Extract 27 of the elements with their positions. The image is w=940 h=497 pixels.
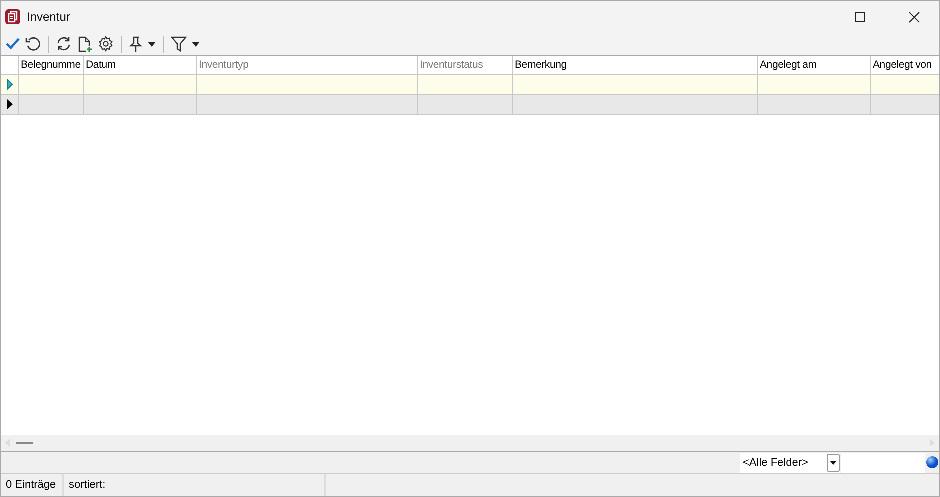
close-icon[interactable] bbox=[909, 12, 920, 22]
field-dropdown[interactable]: <Alle Felder> bbox=[740, 452, 840, 472]
window-title: Inventur bbox=[27, 10, 70, 24]
search-globe-icon[interactable] bbox=[926, 456, 939, 469]
app-icon bbox=[5, 9, 21, 25]
filter-icon[interactable] bbox=[171, 36, 187, 52]
column-header[interactable]: Angelegt am bbox=[758, 56, 871, 74]
column-header[interactable]: Bemerkung bbox=[513, 56, 758, 74]
caret-icon bbox=[830, 460, 837, 464]
sort-status: sortiert: bbox=[64, 474, 326, 496]
entry-count: 0 Einträge bbox=[1, 474, 64, 496]
undo-icon[interactable] bbox=[25, 36, 41, 52]
column-header[interactable]: Angelegt von bbox=[871, 56, 939, 74]
pin-icon[interactable] bbox=[129, 36, 143, 52]
caret-icon[interactable] bbox=[148, 42, 156, 46]
new-document-icon[interactable] bbox=[77, 36, 93, 52]
column-header[interactable]: Inventurtyp bbox=[197, 56, 418, 74]
settings-icon[interactable] bbox=[98, 36, 114, 52]
maximize-icon[interactable] bbox=[855, 12, 865, 22]
refresh-icon[interactable] bbox=[56, 36, 72, 52]
scrollbar-thumb[interactable] bbox=[16, 442, 33, 444]
search-field[interactable] bbox=[841, 452, 925, 472]
column-header[interactable]: Datum bbox=[84, 56, 197, 74]
caret-icon[interactable] bbox=[192, 42, 200, 46]
column-header[interactable]: Belegnumme bbox=[19, 56, 84, 74]
checkmark-icon[interactable] bbox=[6, 38, 20, 50]
column-header[interactable]: Inventurstatus bbox=[418, 56, 513, 74]
